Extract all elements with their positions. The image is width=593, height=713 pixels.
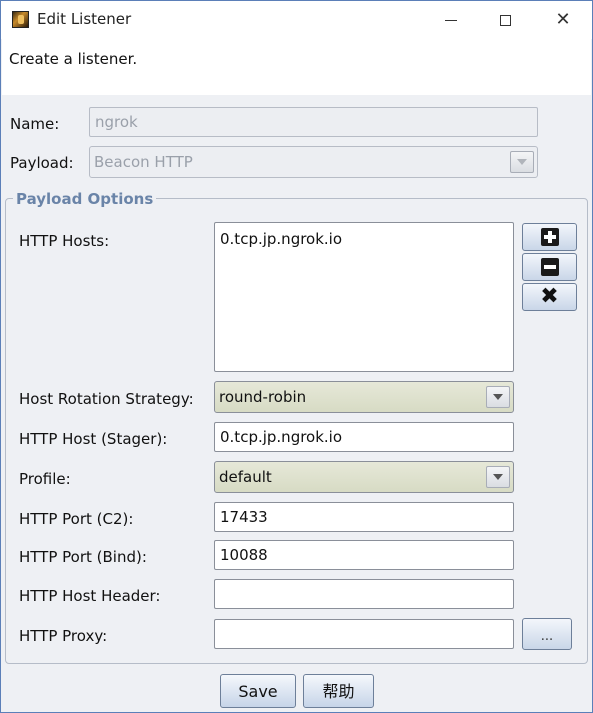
minus-icon <box>540 258 559 276</box>
profile-select[interactable]: default <box>214 461 514 493</box>
profile-dropdown-button[interactable] <box>486 466 510 488</box>
rotation-dropdown-button[interactable] <box>486 386 510 408</box>
title-bar: Edit Listener ✕ <box>1 1 592 39</box>
close-icon: ✕ <box>555 9 571 30</box>
chevron-down-icon <box>493 394 503 400</box>
close-button[interactable]: ✕ <box>543 5 583 35</box>
proxy-label: HTTP Proxy: <box>19 627 108 645</box>
proxy-field[interactable] <box>214 619 514 649</box>
http-hosts-list[interactable]: 0.tcp.jp.ngrok.io <box>214 222 514 372</box>
port-bind-label: HTTP Port (Bind): <box>19 548 147 566</box>
rotation-strategy-value: round-robin <box>219 388 307 406</box>
host-header-field[interactable] <box>214 579 514 609</box>
payload-dropdown-button[interactable] <box>510 151 534 173</box>
maximize-button[interactable] <box>485 5 525 35</box>
rotation-strategy-label: Host Rotation Strategy: <box>19 390 194 408</box>
host-header-label: HTTP Host Header: <box>19 587 161 605</box>
plus-icon <box>540 228 559 246</box>
remove-host-button[interactable] <box>522 253 577 281</box>
name-label: Name: <box>10 115 60 133</box>
port-c2-field[interactable]: 17433 <box>214 502 514 532</box>
proxy-settings-button[interactable]: ... <box>522 618 572 650</box>
maximize-icon <box>499 14 511 26</box>
payload-value: Beacon HTTP <box>94 153 193 171</box>
help-button[interactable]: 帮助 <box>303 674 374 708</box>
http-host-item[interactable]: 0.tcp.jp.ngrok.io <box>220 230 508 248</box>
description-panel: Create a listener. <box>2 39 591 95</box>
payload-select[interactable]: Beacon HTTP <box>89 146 538 178</box>
chevron-down-icon <box>493 474 503 480</box>
clear-hosts-button[interactable]: ✖ <box>522 283 577 311</box>
profile-label: Profile: <box>19 470 71 488</box>
window-title: Edit Listener <box>37 10 132 28</box>
save-button[interactable]: Save <box>220 674 296 708</box>
port-bind-field[interactable]: 10088 <box>214 540 514 570</box>
chevron-down-icon <box>517 159 527 165</box>
description-text: Create a listener. <box>9 50 138 68</box>
edit-listener-window: Edit Listener ✕ Create a listener. Name:… <box>0 0 593 713</box>
app-icon <box>12 11 29 28</box>
name-field[interactable]: ngrok <box>89 107 538 137</box>
stager-host-field[interactable]: 0.tcp.jp.ngrok.io <box>214 422 514 452</box>
add-host-button[interactable] <box>522 223 577 251</box>
payload-label: Payload: <box>10 154 74 172</box>
minimize-icon <box>445 19 457 21</box>
http-hosts-label: HTTP Hosts: <box>19 232 110 250</box>
payload-options-legend: Payload Options <box>13 190 157 208</box>
rotation-strategy-select[interactable]: round-robin <box>214 381 514 413</box>
profile-value: default <box>219 468 272 486</box>
minimize-button[interactable] <box>431 5 471 35</box>
port-c2-label: HTTP Port (C2): <box>19 510 134 528</box>
x-icon: ✖ <box>540 284 559 309</box>
stager-host-label: HTTP Host (Stager): <box>19 430 168 448</box>
